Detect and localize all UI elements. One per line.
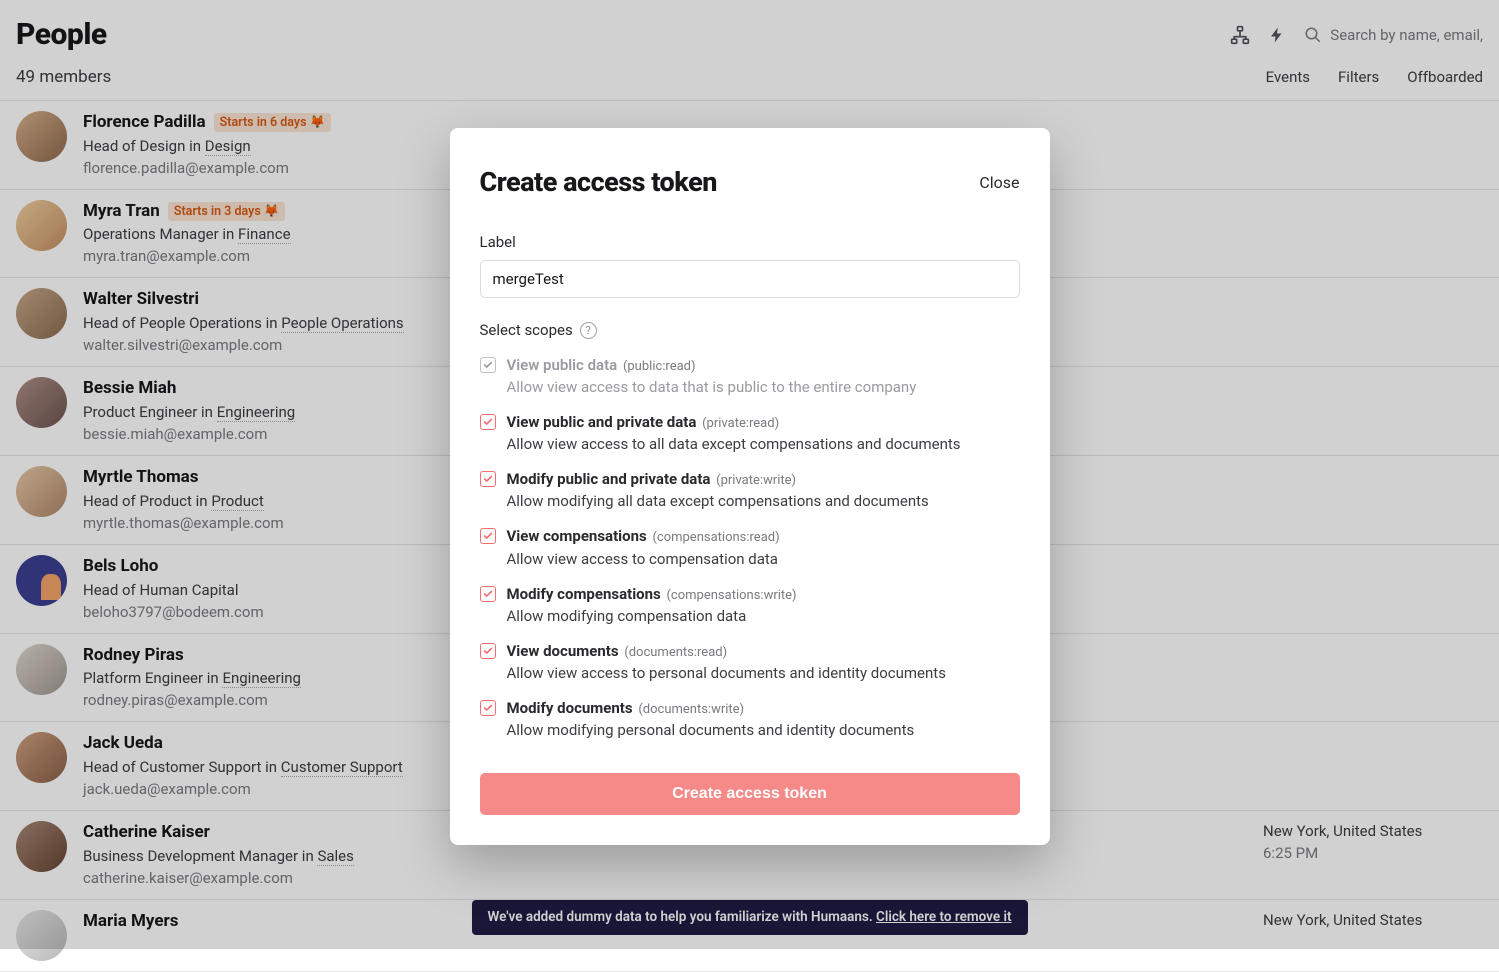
scope-checkbox[interactable] xyxy=(480,700,496,716)
scope-checkbox xyxy=(480,357,496,373)
scope-description: Allow modifying all data except compensa… xyxy=(507,491,929,512)
scope-slug: (documents:read) xyxy=(624,645,727,660)
scope-row: Modify documents (documents:write) Allow … xyxy=(480,698,1020,741)
label-field-label: Label xyxy=(480,232,1020,253)
scope-title: View compensations xyxy=(507,527,647,545)
close-button[interactable]: Close xyxy=(979,172,1019,194)
scope-checkbox[interactable] xyxy=(480,643,496,659)
create-access-token-modal: Create access token Close Label Select s… xyxy=(450,128,1050,845)
scope-slug: (compensations:read) xyxy=(652,530,779,545)
help-icon[interactable]: ? xyxy=(580,322,597,339)
modal-title: Create access token xyxy=(480,164,717,202)
scope-row: View documents (documents:read) Allow vie… xyxy=(480,641,1020,684)
scopes-label: Select scopes xyxy=(480,320,573,341)
scope-title: Modify documents xyxy=(507,699,633,717)
scope-row: Modify public and private data (private:… xyxy=(480,469,1020,512)
scope-slug: (documents:write) xyxy=(638,702,744,717)
create-access-token-button[interactable]: Create access token xyxy=(480,773,1020,815)
scope-title: Modify compensations xyxy=(507,585,661,603)
scope-slug: (private:write) xyxy=(716,473,796,488)
scope-slug: (private:read) xyxy=(702,416,779,431)
label-input[interactable] xyxy=(480,260,1020,298)
scope-title: View public and private data xyxy=(507,413,697,431)
scope-slug: (public:read) xyxy=(623,359,696,374)
scope-description: Allow modifying compensation data xyxy=(507,606,797,627)
scope-description: Allow view access to personal documents … xyxy=(507,663,946,684)
scope-slug: (compensations:write) xyxy=(666,588,796,603)
scope-checkbox[interactable] xyxy=(480,471,496,487)
scope-title: View documents xyxy=(507,642,619,660)
scope-title: View public data xyxy=(507,356,618,374)
scope-row: View public data (public:read) Allow view… xyxy=(480,355,1020,398)
scope-checkbox[interactable] xyxy=(480,586,496,602)
scope-description: Allow view access to compensation data xyxy=(507,549,780,570)
scope-row: View public and private data (private:re… xyxy=(480,412,1020,455)
scope-description: Allow view access to all data except com… xyxy=(507,434,961,455)
scope-row: View compensations (compensations:read) A… xyxy=(480,526,1020,569)
scope-description: Allow view access to data that is public… xyxy=(507,377,917,398)
scope-description: Allow modifying personal documents and i… xyxy=(507,720,915,741)
scope-checkbox[interactable] xyxy=(480,528,496,544)
scope-checkbox[interactable] xyxy=(480,414,496,430)
scope-title: Modify public and private data xyxy=(507,470,711,488)
scope-row: Modify compensations (compensations:writ… xyxy=(480,584,1020,627)
